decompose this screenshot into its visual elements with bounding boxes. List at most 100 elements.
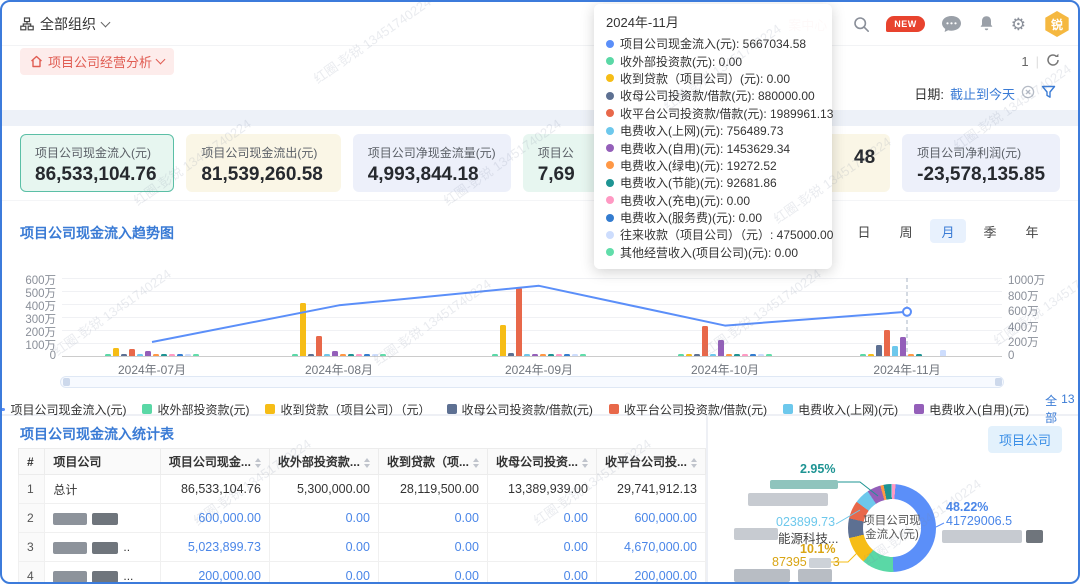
- bar-4-month-3[interactable]: [710, 354, 716, 356]
- table-row[interactable]: 1总计86,533,104.765,300,000.0028,119,500.0…: [19, 475, 706, 504]
- bar-10-month-4[interactable]: [940, 350, 946, 356]
- legend-item-4[interactable]: 电费收入(上网)(元): [783, 401, 898, 418]
- period-button-季[interactable]: 季: [972, 219, 1008, 243]
- search-icon[interactable]: [853, 16, 870, 33]
- bar-5-month-2[interactable]: [532, 354, 538, 356]
- kpi-card-1[interactable]: 项目公司现金流入(元)86,533,104.76: [20, 134, 174, 192]
- settings-gear-icon[interactable]: ⚙: [1011, 16, 1026, 33]
- bar-10-month-3[interactable]: [758, 354, 764, 356]
- kpi-card-2[interactable]: 项目公司现金流出(元)81,539,260.58: [186, 134, 340, 192]
- clear-filter-icon[interactable]: [1021, 85, 1035, 102]
- bar-3-month-4[interactable]: [884, 330, 890, 356]
- bar-5-month-4[interactable]: [900, 337, 906, 356]
- bar-7-month-2[interactable]: [548, 354, 554, 356]
- bar-1-month-1[interactable]: [300, 303, 306, 356]
- legend-item-5[interactable]: 电费收入(自用)(元): [914, 401, 1029, 418]
- bar-1-month-2[interactable]: [500, 325, 506, 356]
- bar-2-month-2[interactable]: [508, 353, 514, 356]
- org-selector[interactable]: 全部组织: [20, 14, 109, 34]
- datazoom-handle-right[interactable]: [995, 378, 1002, 386]
- sort-icon[interactable]: [473, 458, 479, 468]
- legend-item-0[interactable]: 收外部投资款(元): [142, 401, 249, 418]
- bar-1-month-0[interactable]: [113, 348, 119, 356]
- kpi-card-6[interactable]: 项目公司净利润(元)-23,578,135.85: [902, 134, 1060, 192]
- bar-7-month-4[interactable]: [916, 354, 922, 356]
- bar-8-month-2[interactable]: [556, 354, 562, 356]
- bar-2-month-3[interactable]: [694, 354, 700, 356]
- bar-11-month-3[interactable]: [766, 354, 772, 356]
- bar-9-month-0[interactable]: [177, 354, 183, 356]
- bar-6-month-2[interactable]: [540, 354, 546, 356]
- bar-8-month-3[interactable]: [742, 354, 748, 356]
- bar-8-month-1[interactable]: [356, 354, 362, 356]
- donut-filter-pill[interactable]: 项目公司: [988, 426, 1062, 453]
- refresh-icon[interactable]: [1046, 53, 1060, 70]
- bar-3-month-2[interactable]: [516, 288, 522, 356]
- bar-2-month-4[interactable]: [876, 345, 882, 356]
- sort-icon[interactable]: [691, 458, 697, 468]
- bar-11-month-2[interactable]: [580, 354, 586, 356]
- bar-4-month-0[interactable]: [137, 354, 143, 356]
- column-header[interactable]: 收外部投资款...: [269, 449, 378, 475]
- datazoom-slider[interactable]: [60, 376, 1004, 388]
- bar-5-month-0[interactable]: [145, 351, 151, 356]
- sort-icon[interactable]: [364, 458, 370, 468]
- table-row[interactable]: 3..5,023,899.730.000.000.004,670,000.00: [19, 533, 706, 562]
- period-button-年[interactable]: 年: [1014, 219, 1050, 243]
- bar-4-month-4[interactable]: [892, 346, 898, 356]
- new-badge[interactable]: NEW: [886, 16, 925, 32]
- table-row[interactable]: 2600,000.000.000.000.00600,000.00: [19, 504, 706, 533]
- bar-4-month-2[interactable]: [524, 354, 530, 356]
- column-header[interactable]: 收到贷款（项...: [378, 449, 487, 475]
- bar-2-month-1[interactable]: [308, 354, 314, 356]
- sort-icon[interactable]: [255, 458, 261, 468]
- donut-chart[interactable]: 项目公司现 金流入(元): [848, 484, 936, 572]
- bar-11-month-1[interactable]: [380, 354, 386, 356]
- bar-0-month-3[interactable]: [678, 354, 684, 356]
- legend-item-2[interactable]: 收母公司投资款/借款(元): [447, 401, 593, 418]
- bar-2-month-0[interactable]: [121, 354, 127, 356]
- period-button-月[interactable]: 月: [930, 219, 966, 243]
- bar-10-month-2[interactable]: [572, 354, 578, 356]
- bar-6-month-4[interactable]: [908, 354, 914, 356]
- avatar[interactable]: 锐: [1044, 11, 1070, 37]
- bar-3-month-1[interactable]: [316, 336, 322, 356]
- legend-item-1[interactable]: 收到贷款（项目公司）（元）: [265, 401, 430, 418]
- period-button-日[interactable]: 日: [846, 219, 882, 243]
- column-header[interactable]: 收母公司投资...: [487, 449, 596, 475]
- notifications-bell-icon[interactable]: [978, 15, 995, 33]
- bar-3-month-0[interactable]: [129, 349, 135, 356]
- bar-6-month-0[interactable]: [153, 354, 159, 356]
- table-row[interactable]: 4...200,000.000.000.000.00200,000.00: [19, 562, 706, 584]
- bar-5-month-3[interactable]: [718, 340, 724, 356]
- legend-item-line[interactable]: 项目公司现金流入(元): [0, 401, 126, 418]
- bar-9-month-3[interactable]: [750, 354, 756, 356]
- kpi-card-3[interactable]: 项目公司净现金流量(元)4,993,844.18: [353, 134, 511, 192]
- bar-1-month-4[interactable]: [868, 354, 874, 356]
- bar-8-month-0[interactable]: [169, 354, 175, 356]
- tab-project-analysis[interactable]: 项目公司经营分析: [20, 48, 174, 75]
- bar-11-month-0[interactable]: [193, 354, 199, 356]
- period-button-周[interactable]: 周: [888, 219, 924, 243]
- bar-9-month-1[interactable]: [364, 354, 370, 356]
- filter-funnel-icon[interactable]: [1041, 85, 1056, 102]
- bar-7-month-0[interactable]: [161, 354, 167, 356]
- bar-10-month-1[interactable]: [372, 354, 378, 356]
- bar-0-month-1[interactable]: [292, 354, 298, 356]
- date-filter-value[interactable]: 截止到今天: [950, 84, 1015, 103]
- bar-4-month-1[interactable]: [324, 354, 330, 356]
- bar-0-month-2[interactable]: [492, 354, 498, 356]
- column-header[interactable]: 收平台公司投...: [596, 449, 705, 475]
- column-header[interactable]: 项目公司现金...: [160, 449, 269, 475]
- legend-item-3[interactable]: 收平台公司投资款/借款(元): [609, 401, 767, 418]
- bar-7-month-1[interactable]: [348, 354, 354, 356]
- bar-1-month-3[interactable]: [686, 354, 692, 356]
- messages-icon[interactable]: [941, 15, 962, 34]
- bar-6-month-3[interactable]: [726, 354, 732, 356]
- bar-6-month-1[interactable]: [340, 354, 346, 356]
- sort-icon[interactable]: [582, 458, 588, 468]
- datazoom-handle-left[interactable]: [63, 378, 70, 386]
- bar-0-month-4[interactable]: [860, 354, 866, 356]
- bar-3-month-3[interactable]: [702, 326, 708, 356]
- bar-7-month-3[interactable]: [734, 354, 740, 356]
